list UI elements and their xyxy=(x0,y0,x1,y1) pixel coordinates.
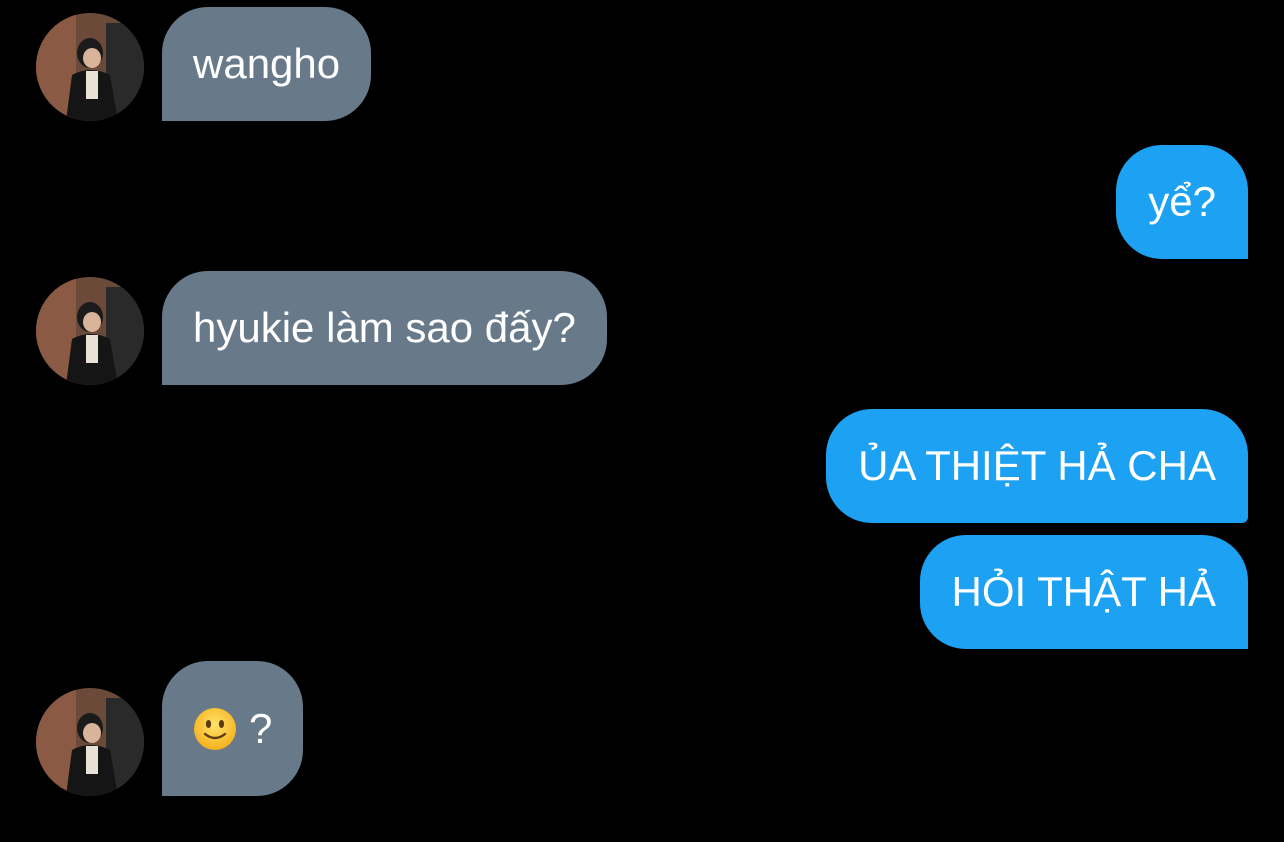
message-text: wangho xyxy=(193,40,341,87)
message-bubble-incoming[interactable]: wangho xyxy=(162,7,372,121)
contact-avatar[interactable] xyxy=(36,13,144,121)
message-bubble-incoming[interactable]: hyukie làm sao đấy? xyxy=(162,271,607,385)
message-bubble-outgoing[interactable]: yể? xyxy=(1116,145,1248,259)
message-text: ? xyxy=(249,704,273,752)
message-text: ỦA THIỆT HẢ CHA xyxy=(858,442,1216,489)
contact-avatar[interactable] xyxy=(36,688,144,796)
message-text: HỎI THẬT HẢ xyxy=(951,568,1217,615)
message-bubble-outgoing[interactable]: ỦA THIỆT HẢ CHA xyxy=(826,409,1248,523)
message-text: yể? xyxy=(1148,178,1216,225)
slightly-smiling-face-icon xyxy=(193,707,237,751)
contact-avatar[interactable] xyxy=(36,277,144,385)
message-text: hyukie làm sao đấy? xyxy=(193,304,576,351)
message-bubble-outgoing[interactable]: HỎI THẬT HẢ xyxy=(919,535,1248,649)
message-bubble-incoming[interactable]: ? xyxy=(162,661,304,796)
